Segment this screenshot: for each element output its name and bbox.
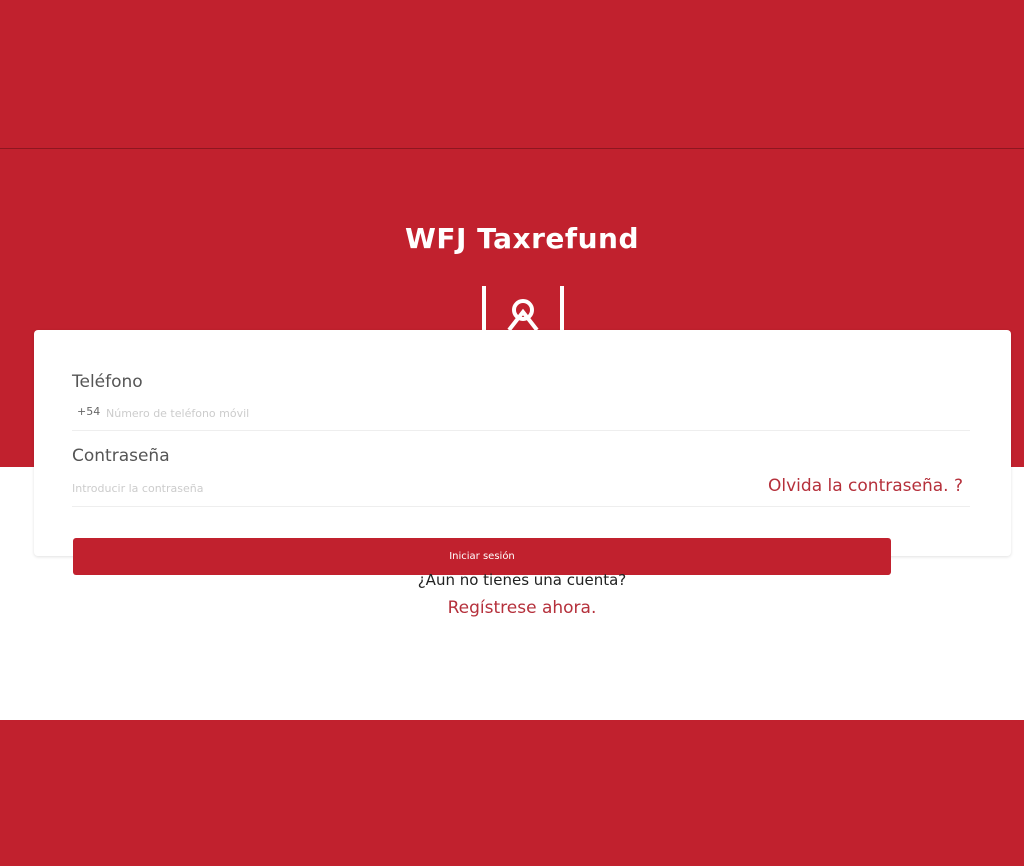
no-account-text: ¿Aun no tienes una cuenta? xyxy=(417,571,627,589)
phone-field-row: +54 xyxy=(72,402,970,431)
top-bar xyxy=(0,0,1024,149)
forgot-password-link[interactable]: Olvida la contraseña. ? xyxy=(768,476,963,496)
logo-icon xyxy=(482,286,564,332)
register-link[interactable]: Regístrese ahora. xyxy=(0,598,1024,618)
login-card: Teléfono +54 Contraseña Olvida la contra… xyxy=(34,330,1011,556)
app-title: WFJ Taxrefund xyxy=(404,222,639,255)
password-input[interactable] xyxy=(72,476,572,500)
phone-label: Teléfono xyxy=(72,372,143,392)
bottom-bar xyxy=(0,720,1024,866)
password-label: Contraseña xyxy=(72,446,170,466)
country-code[interactable]: +54 xyxy=(77,405,100,418)
phone-input[interactable] xyxy=(106,402,606,424)
login-button[interactable]: Iniciar sesión xyxy=(73,538,891,575)
